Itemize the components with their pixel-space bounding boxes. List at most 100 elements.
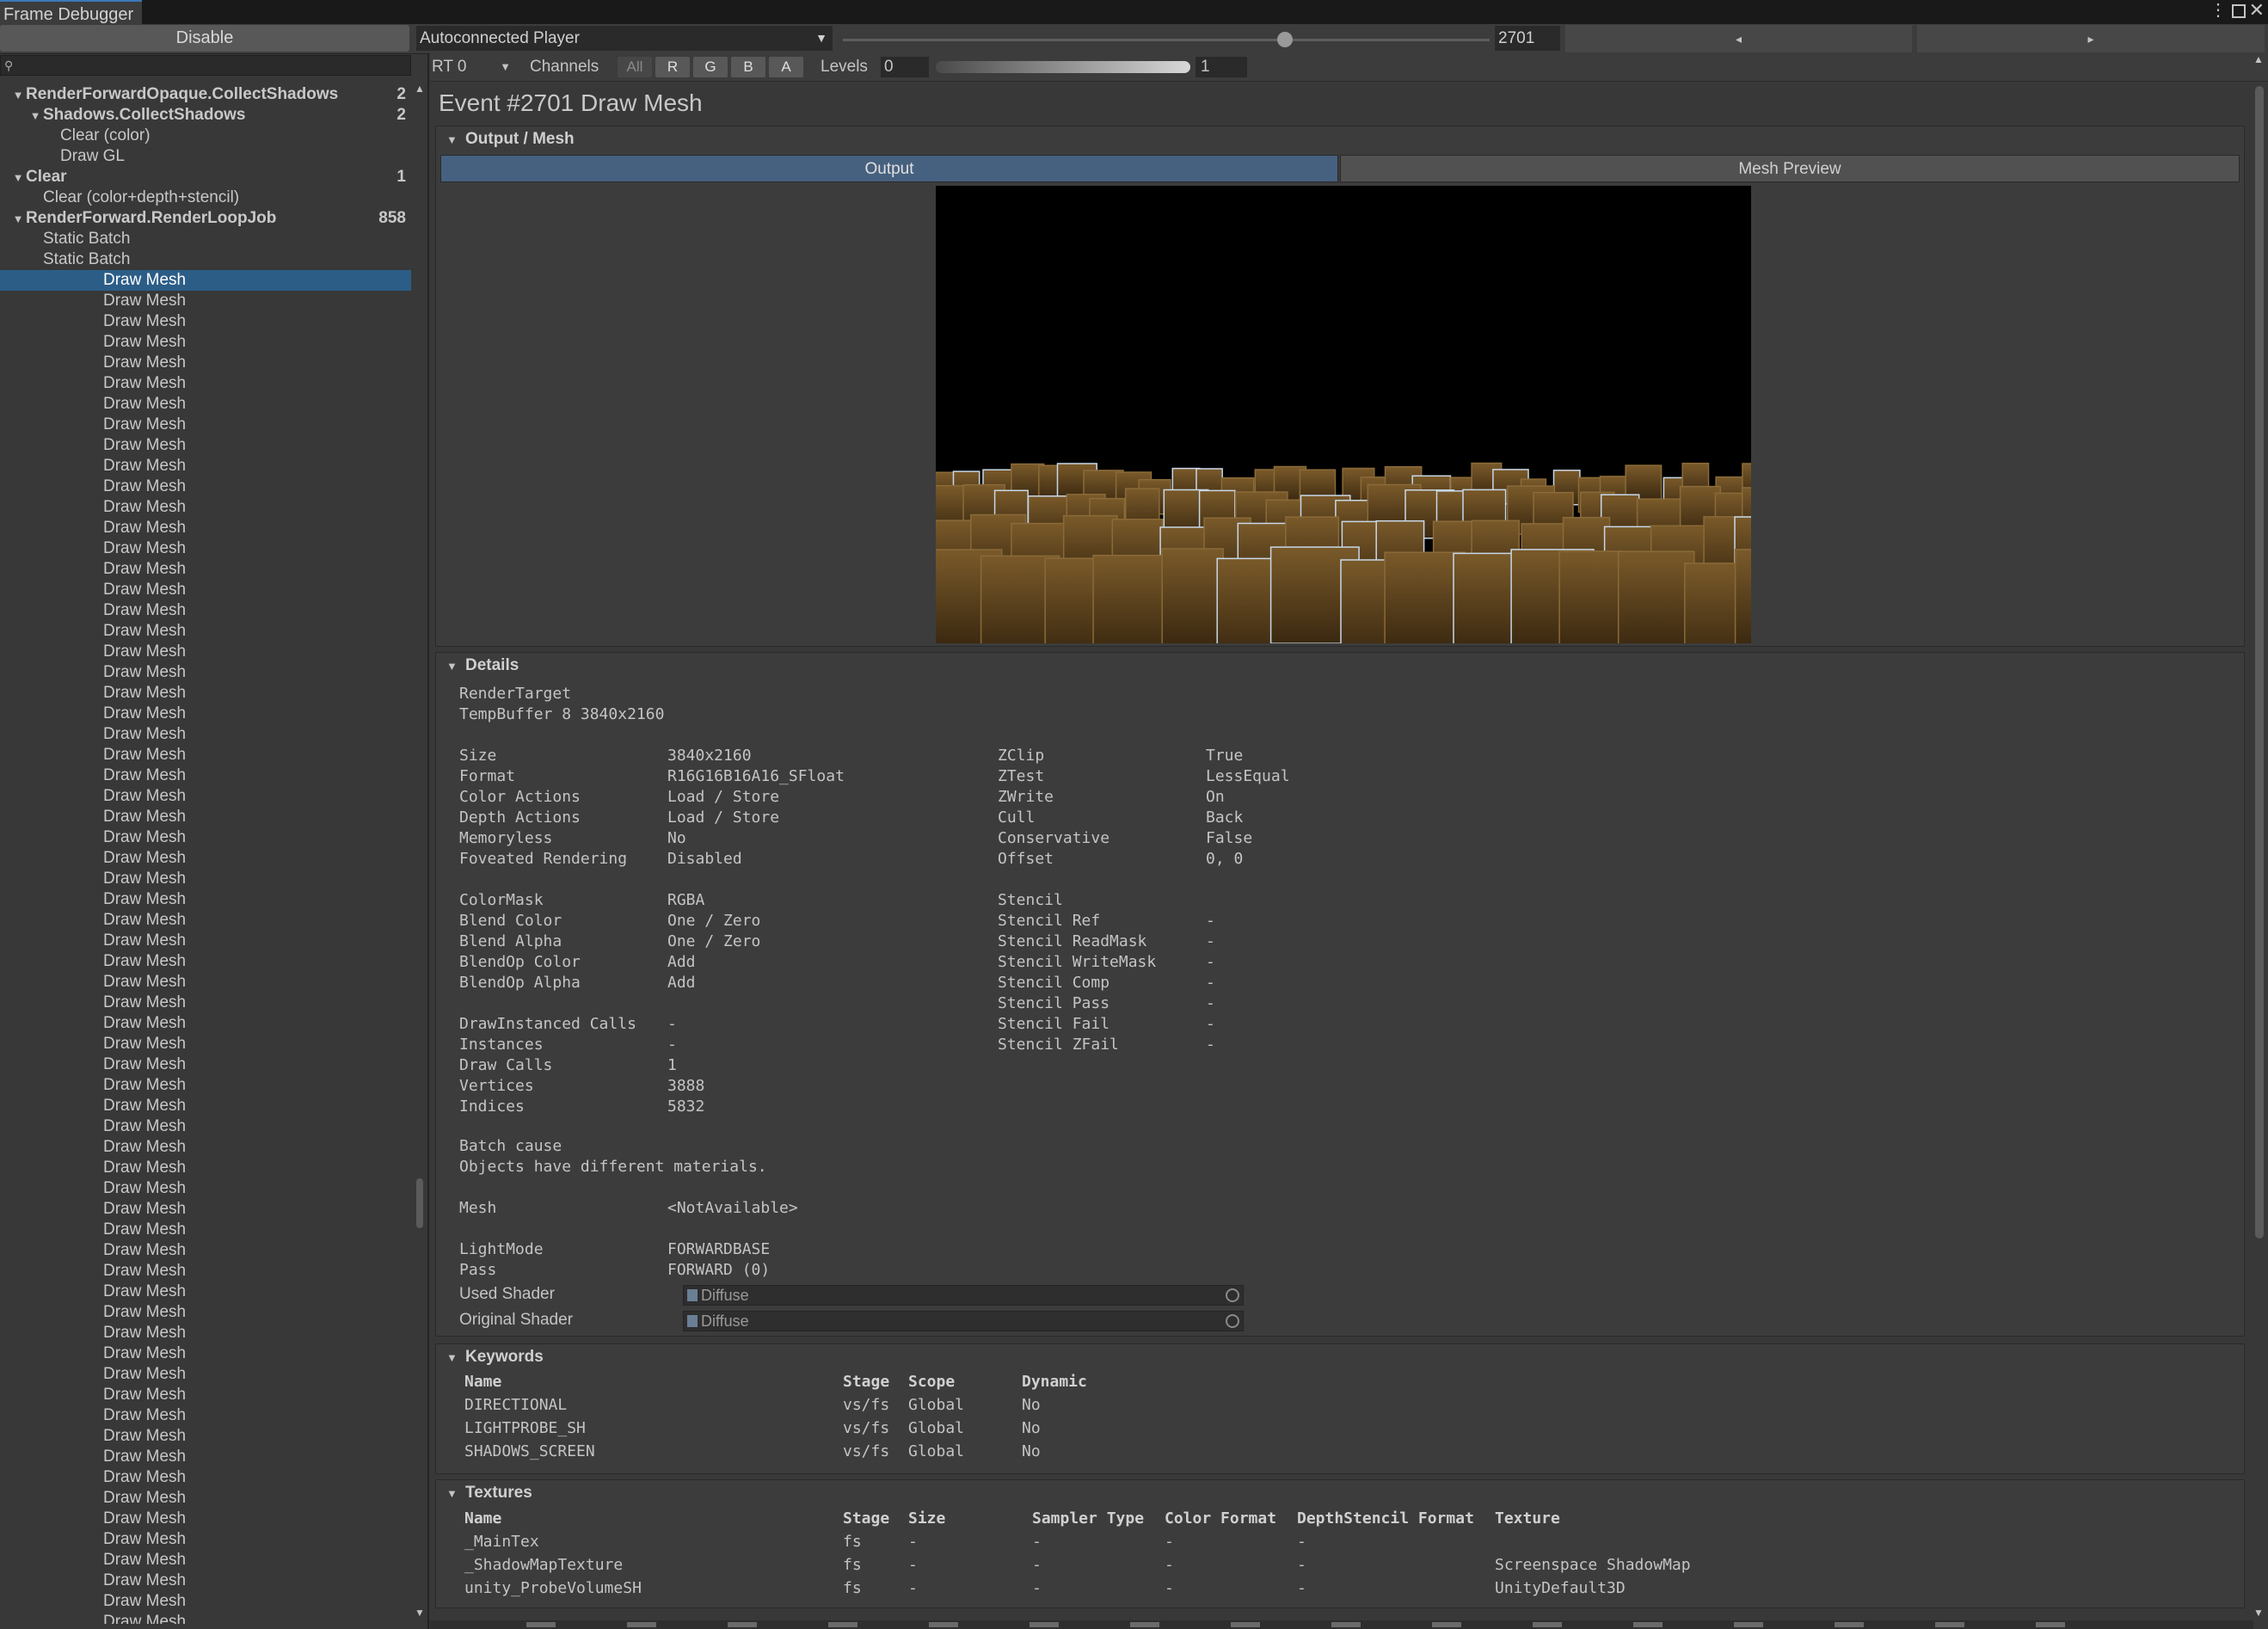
tree-item[interactable]: ▼ RenderForward.RenderLoopJob 858 <box>0 208 411 229</box>
tree-item[interactable]: Draw Mesh <box>0 1509 411 1529</box>
used-shader-field[interactable]: Diffuse <box>683 1285 1244 1306</box>
tree-item[interactable]: Draw Mesh <box>0 1385 411 1405</box>
tree-item[interactable]: Draw Mesh <box>0 1199 411 1220</box>
tree-item[interactable]: Draw Mesh <box>0 1220 411 1240</box>
rt-dropdown[interactable]: RT 0 ▼ <box>432 57 514 77</box>
tree-item[interactable]: Draw Mesh <box>0 1075 411 1096</box>
tree-item[interactable]: Draw Mesh <box>0 353 411 373</box>
player-dropdown[interactable]: Autoconnected Player ▼ <box>416 26 833 51</box>
tree-item[interactable]: Static Batch <box>0 229 411 249</box>
tree-item[interactable]: Draw Mesh <box>0 1323 411 1343</box>
column-header[interactable]: Texture <box>1495 1509 1560 1528</box>
tree-search-input[interactable]: ⚲ <box>0 55 411 76</box>
column-header[interactable]: Color Format <box>1165 1509 1276 1528</box>
tree-item[interactable]: Draw Mesh <box>0 889 411 910</box>
tree-item[interactable]: Draw Mesh <box>0 972 411 993</box>
tree-item[interactable]: Draw Mesh <box>0 1261 411 1282</box>
tree-item-selected[interactable]: Draw Mesh <box>0 270 411 291</box>
tree-item[interactable]: Draw Mesh <box>0 1364 411 1385</box>
keywords-section-header[interactable]: ▼ Keywords <box>446 1348 544 1367</box>
tree-item[interactable]: Draw Mesh <box>0 704 411 724</box>
tree-item[interactable]: Draw Mesh <box>0 1529 411 1550</box>
tab-output[interactable]: Output <box>440 155 1338 182</box>
foldout-icon[interactable]: ▼ <box>10 85 26 106</box>
tree-item[interactable]: Draw Mesh <box>0 951 411 972</box>
tree-item[interactable]: ▼ RenderForwardOpaque.CollectShadows 2 <box>0 84 411 105</box>
column-header[interactable]: Name <box>464 1373 501 1391</box>
tree-item[interactable]: Draw Mesh <box>0 1178 411 1199</box>
details-section-header[interactable]: ▼ Details <box>446 656 519 675</box>
column-header[interactable]: Scope <box>908 1373 955 1391</box>
tree-item[interactable]: Draw Mesh <box>0 332 411 353</box>
column-header[interactable]: DepthStencil Format <box>1297 1509 1474 1528</box>
tree-item[interactable]: Draw Mesh <box>0 1612 411 1624</box>
scroll-down-icon[interactable]: ▼ <box>2253 1607 2264 1619</box>
details-scrollbar-thumb[interactable] <box>2255 86 2264 1239</box>
channel-g-button[interactable]: G <box>693 57 728 77</box>
tree-item[interactable]: Draw Mesh <box>0 415 411 435</box>
tree-item[interactable]: Clear (color) <box>0 126 411 146</box>
column-header[interactable]: Stage <box>843 1373 889 1391</box>
tree-item[interactable]: Draw Mesh <box>0 1488 411 1509</box>
output-section-header[interactable]: ▼ Output / Mesh <box>446 130 575 149</box>
column-header[interactable]: Sampler Type <box>1032 1509 1144 1528</box>
tree-item[interactable]: Draw Mesh <box>0 1137 411 1158</box>
event-number-field[interactable]: 2701 <box>1495 26 1560 51</box>
tree-item[interactable]: Draw Mesh <box>0 1158 411 1178</box>
tree-item[interactable]: Draw Mesh <box>0 765 411 786</box>
scroll-up-icon[interactable]: ▲ <box>415 83 425 95</box>
channel-r-button[interactable]: R <box>655 57 690 77</box>
channel-a-button[interactable]: A <box>769 57 803 77</box>
tree-item[interactable]: Draw Mesh <box>0 869 411 889</box>
tree-item[interactable]: Draw Mesh <box>0 311 411 332</box>
tree-item[interactable]: Draw Mesh <box>0 1096 411 1116</box>
tree-item[interactable]: ▼ Shadows.CollectShadows 2 <box>0 105 411 126</box>
tree-item[interactable]: Draw Mesh <box>0 394 411 415</box>
tree-item[interactable]: Draw Mesh <box>0 1405 411 1426</box>
tree-item[interactable]: Draw Mesh <box>0 807 411 827</box>
event-slider-handle[interactable] <box>1276 32 1293 47</box>
tree-item[interactable]: Draw Mesh <box>0 1447 411 1467</box>
tree-item[interactable]: Draw Mesh <box>0 1550 411 1571</box>
previous-event-button[interactable]: ◂ <box>1565 25 1912 52</box>
tree-item[interactable]: Draw Mesh <box>0 1467 411 1488</box>
column-header[interactable]: Name <box>464 1509 501 1528</box>
object-picker-icon[interactable] <box>1226 1314 1239 1328</box>
levels-max-field[interactable]: 1 <box>1195 57 1247 77</box>
levels-min-field[interactable]: 0 <box>881 57 929 77</box>
maximize-icon[interactable] <box>2232 4 2246 18</box>
window-tab[interactable]: Frame Debugger <box>0 0 143 24</box>
tree-item[interactable]: Draw Mesh <box>0 456 411 476</box>
panel-divider[interactable] <box>427 53 429 1629</box>
tree-item[interactable]: Draw Mesh <box>0 848 411 869</box>
tree-item[interactable]: Draw Mesh <box>0 1343 411 1364</box>
tree-item[interactable]: Clear (color+depth+stencil) <box>0 187 411 208</box>
tree-item[interactable]: Draw Mesh <box>0 580 411 600</box>
tree-item[interactable]: Draw Mesh <box>0 1240 411 1261</box>
tree-item[interactable]: Draw Mesh <box>0 1034 411 1054</box>
column-header[interactable]: Dynamic <box>1022 1373 1087 1391</box>
column-header[interactable]: Size <box>908 1509 945 1528</box>
tree-item[interactable]: Draw Mesh <box>0 1591 411 1612</box>
object-picker-icon[interactable] <box>1226 1288 1239 1302</box>
tree-item[interactable]: Static Batch <box>0 249 411 270</box>
tree-item[interactable]: Draw Mesh <box>0 993 411 1013</box>
tree-item[interactable]: Draw Mesh <box>0 1302 411 1323</box>
foldout-icon[interactable]: ▼ <box>10 209 26 230</box>
tree-item[interactable]: Draw Mesh <box>0 1571 411 1591</box>
tree-item[interactable]: Draw Mesh <box>0 518 411 538</box>
next-event-button[interactable]: ▸ <box>1917 25 2265 52</box>
disable-button[interactable]: Disable <box>0 25 409 52</box>
tree-item[interactable]: Draw Mesh <box>0 621 411 642</box>
tree-item[interactable]: Draw Mesh <box>0 786 411 807</box>
tree-item[interactable]: Draw Mesh <box>0 724 411 745</box>
tree-item[interactable]: Draw Mesh <box>0 538 411 559</box>
tree-scrollbar[interactable] <box>413 84 425 1624</box>
event-slider-track[interactable] <box>843 39 1490 41</box>
original-shader-field[interactable]: Diffuse <box>683 1311 1244 1331</box>
scroll-up-icon[interactable]: ▲ <box>2253 53 2264 65</box>
tree-item[interactable]: Draw Mesh <box>0 662 411 683</box>
tree-item[interactable]: Draw Mesh <box>0 435 411 456</box>
tree-scrollbar-thumb[interactable] <box>416 1178 423 1228</box>
foldout-icon[interactable]: ▼ <box>28 106 43 126</box>
